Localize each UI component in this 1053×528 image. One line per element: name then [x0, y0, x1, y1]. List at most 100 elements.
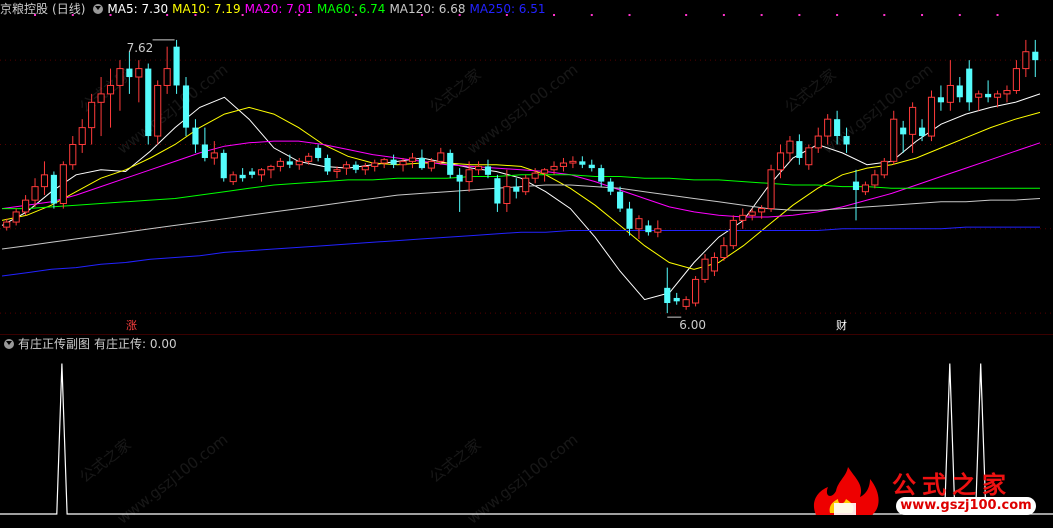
candle-body — [484, 166, 492, 175]
candle-body — [767, 169, 775, 210]
candle-body — [3, 221, 11, 228]
ma-line-ma250 — [1, 226, 1040, 277]
candle-body — [918, 127, 926, 137]
candle-body — [503, 186, 511, 205]
candle-body — [531, 172, 539, 179]
low-price-label: 6.00 — [679, 318, 706, 332]
candle-body — [805, 147, 813, 166]
top-marker — [166, 14, 169, 16]
candle-body — [361, 165, 369, 171]
candle-body — [786, 140, 794, 154]
candle-body — [69, 143, 77, 166]
candle-body — [192, 127, 199, 145]
candle-body — [182, 85, 190, 128]
candle-body — [843, 136, 850, 145]
candle-body — [871, 174, 879, 186]
candle-body — [1022, 51, 1030, 70]
candle-body — [408, 157, 417, 162]
candle-body — [97, 93, 105, 103]
candle-body — [588, 164, 595, 169]
candle-body — [145, 68, 152, 137]
candle-body — [748, 211, 756, 216]
candle-body — [305, 155, 313, 162]
candle-body — [937, 97, 944, 103]
top-marker — [354, 14, 357, 16]
candle-body — [257, 169, 266, 176]
candle-body — [880, 160, 888, 176]
top-marker — [241, 14, 244, 16]
candle-body — [956, 85, 963, 98]
candle-body — [173, 46, 180, 86]
top-marker — [883, 14, 886, 16]
candle-body — [1012, 68, 1020, 92]
candle-body — [116, 68, 124, 86]
candle-body — [399, 160, 407, 166]
top-marker — [958, 14, 961, 16]
candle-body — [720, 245, 728, 258]
candle-body — [50, 174, 57, 204]
candle-body — [456, 174, 463, 182]
candle-body — [607, 181, 614, 192]
top-marker — [921, 14, 924, 16]
candle-body — [220, 152, 227, 179]
candle-body — [852, 181, 860, 191]
candle-body — [729, 219, 737, 247]
candle-body — [22, 199, 30, 213]
candle-body — [40, 174, 49, 188]
candle-body — [78, 127, 86, 145]
candle-body — [295, 160, 303, 166]
top-marker — [722, 14, 725, 16]
flame-logo-icon — [813, 467, 879, 515]
candle-body — [154, 84, 162, 137]
candle-body — [692, 278, 700, 304]
top-marker — [194, 14, 197, 16]
candle-body — [598, 168, 605, 182]
candle-body — [163, 68, 171, 86]
candle-body — [569, 160, 577, 164]
candle-body — [579, 161, 586, 165]
candle-body — [418, 157, 425, 169]
top-marker — [71, 14, 74, 16]
candle-body — [342, 164, 350, 169]
candle-body — [985, 93, 992, 98]
top-marker — [798, 14, 801, 16]
candle-body — [664, 287, 671, 304]
top-marker — [836, 14, 839, 16]
candle-body — [513, 186, 520, 192]
candle-body — [559, 162, 568, 167]
logo-text: 公式之家 — [892, 470, 1012, 499]
candle-body — [210, 152, 218, 159]
candle-body — [59, 164, 67, 205]
top-marker — [109, 14, 112, 16]
candle-body — [267, 165, 275, 171]
top-marker — [628, 14, 631, 16]
candle-body — [522, 177, 530, 193]
candle-body — [654, 228, 662, 233]
candle-body — [437, 152, 445, 162]
top-marker — [505, 14, 508, 16]
candle-body — [861, 184, 869, 193]
candle-body — [474, 165, 483, 171]
top-marker — [298, 14, 301, 16]
candle-body — [626, 208, 633, 229]
candle-body — [286, 161, 293, 165]
candle-body — [796, 141, 803, 158]
candle-body — [966, 68, 973, 103]
top-marker — [685, 14, 688, 16]
top-marker — [458, 14, 461, 16]
candle-body — [909, 106, 917, 135]
candle-body — [126, 68, 133, 78]
candle-body — [333, 169, 341, 172]
candle-body — [494, 178, 501, 204]
top-marker — [760, 14, 763, 16]
chart-canvas: 7.62 6.00 — [0, 14, 1053, 515]
candle-body — [824, 118, 832, 137]
ma-line-ma60 — [2, 174, 1040, 210]
candle-body — [890, 118, 898, 162]
candle-body — [371, 162, 379, 167]
candle-body — [900, 127, 907, 135]
candle-body — [550, 165, 558, 171]
high-price-label: 7.62 — [127, 41, 154, 55]
candle-body — [701, 258, 709, 280]
top-marker — [420, 14, 423, 16]
